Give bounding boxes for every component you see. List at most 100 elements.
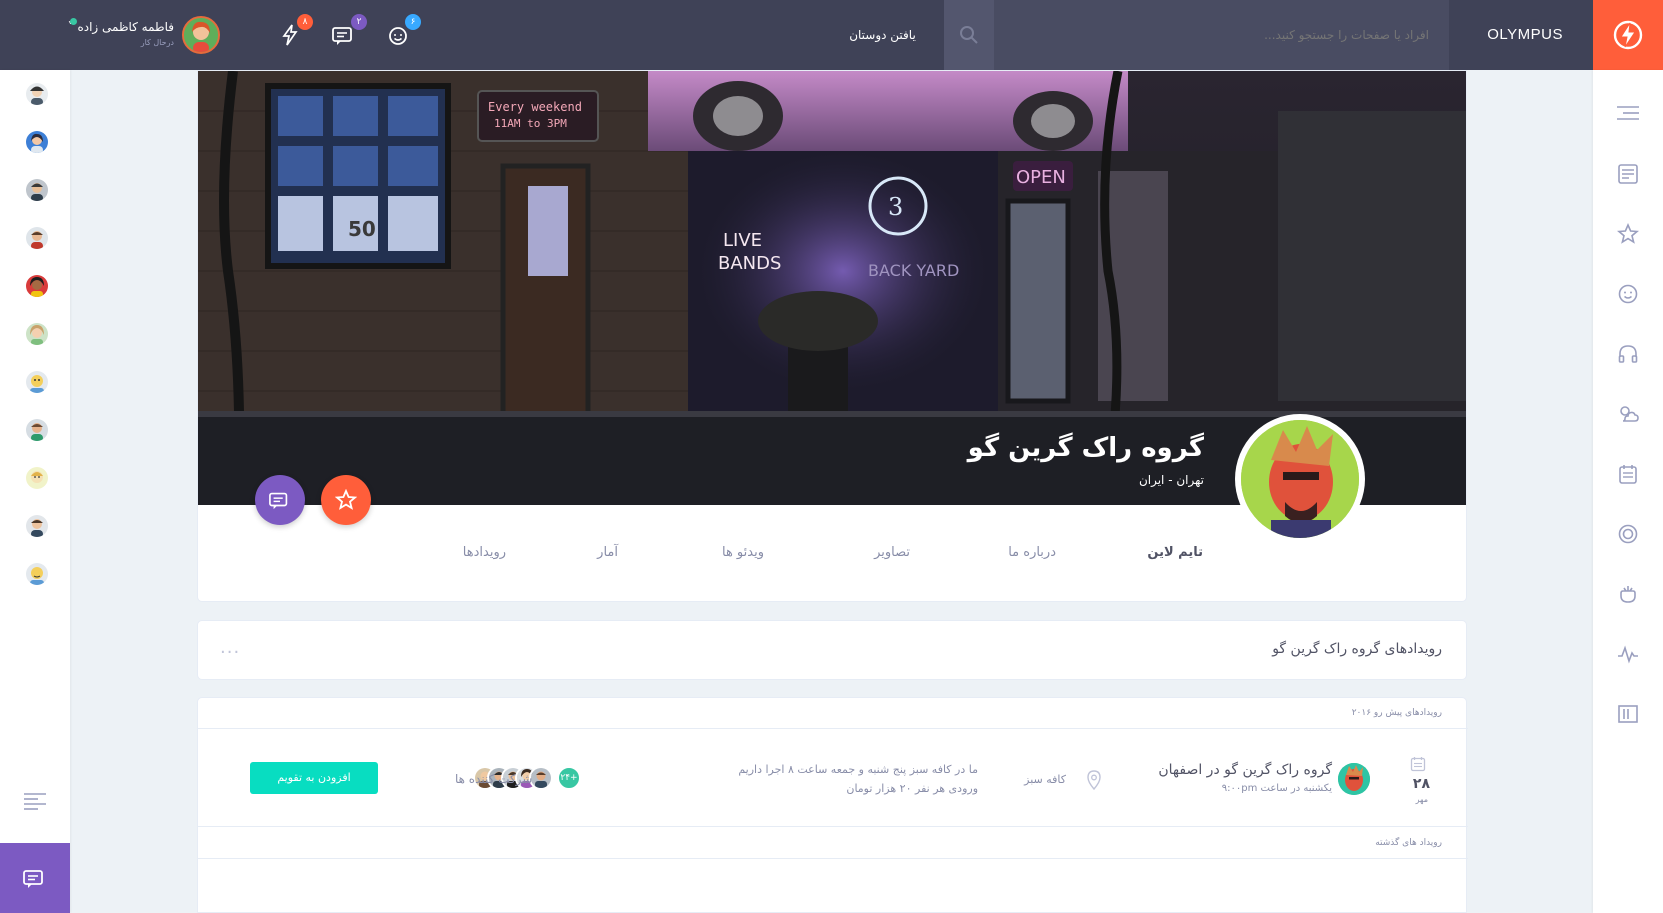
open-chat-button[interactable] [0,843,70,913]
messages-button[interactable]: ۲ [329,14,367,50]
tab-events[interactable]: رویدادها [463,545,506,560]
friend-avatar[interactable] [26,227,48,249]
event-day: ۲۸ [1412,776,1430,792]
friend-requests-badge: ۶ [405,14,421,30]
friend-avatar[interactable] [26,131,48,153]
sidebar-item-calendar[interactable] [1616,462,1640,486]
sidebar-item-accounts[interactable] [1616,702,1640,726]
friend-avatar[interactable] [26,275,48,297]
events-title: رویدادهای گروه راک گرین گو [1272,641,1442,657]
search-icon [960,26,978,44]
tab-videos[interactable]: ویدئو ها [722,545,764,560]
headphones-icon [1618,345,1638,363]
search-input[interactable] [1029,0,1429,70]
sidebar-item-friends[interactable] [1616,282,1640,306]
user-avatar[interactable] [182,16,220,54]
list-icon [1617,106,1639,120]
event-description: ما در کافه سبز پنج شنبه و جمعه ساعت ۸ اج… [738,763,978,795]
stats-icon [1618,645,1638,664]
friend-avatar[interactable] [26,563,48,585]
sidebar-item-stats[interactable] [1616,642,1640,666]
sidebar-item-newsfeed[interactable] [1616,162,1640,186]
sidebar-item-music[interactable] [1616,342,1640,366]
past-events-label: رویداد های گذشته [1375,838,1442,848]
user-status: درحال کار [140,38,174,47]
friend-requests-button[interactable]: ۶ [383,14,421,50]
badge-icon [1618,524,1638,544]
more-options-button[interactable]: ... [220,637,240,658]
group-location: تهران - ایران [1138,473,1204,487]
svg-text:3: 3 [888,193,903,221]
newsfeed-icon [1618,164,1638,184]
columns-icon [1618,705,1638,723]
notifications-button[interactable]: ۸ [275,14,313,50]
star-icon [1617,223,1639,244]
event-thumbnail[interactable] [1338,763,1370,795]
attendee-count-badge: ۲۴+ [557,766,581,790]
tab-stats[interactable]: آمار [597,545,618,560]
manage-widgets-icon [1620,586,1636,603]
events-list-card: رویدادهای پیش رو ۲۰۱۶ ۲۸ مهر گروه راک گر… [197,697,1468,913]
menu-button[interactable] [24,792,46,814]
event-location: کافه سبز [1024,773,1066,786]
search-bar [944,0,1449,70]
left-sidebar [0,70,70,913]
friend-avatar[interactable] [26,467,48,489]
tab-photos[interactable]: تصاویر [874,545,910,560]
list-icon [24,793,46,810]
sidebar-item-favourites[interactable] [1616,222,1640,246]
attendees-label: شرکت کننده ها [455,772,533,786]
lightning-logo-icon [1613,20,1643,50]
friend-avatar[interactable] [26,371,48,393]
group-title: گروه راک گرین گو [967,433,1204,463]
user-avatar-image [184,18,218,52]
svg-text:OPEN: OPEN [1016,167,1066,188]
chat-icon [23,870,43,888]
calendar-icon [1619,465,1637,484]
sidebar-item-badges[interactable] [1616,522,1640,546]
search-button[interactable] [944,0,994,70]
profile-tabs: تایم لاین درباره ما تصاویر ویدئو ها آمار… [198,505,1466,601]
divider [198,858,1468,859]
location-pin-icon [1086,770,1102,794]
svg-text:11AM to 3PM: 11AM to 3PM [494,117,567,130]
sidebar-item-weather[interactable] [1616,402,1640,426]
user-name: فاطمه کاظمی زاده ˅ [67,20,174,34]
attendee-avatar [529,766,553,790]
messages-badge: ۲ [351,14,367,30]
event-month: مهر [1415,795,1428,804]
event-time: یکشنبه در ساعت ۹:۰۰pm [1221,783,1332,794]
online-indicator [70,18,77,25]
friend-avatar[interactable] [26,515,48,537]
upcoming-events-label: رویدادهای پیش رو ۲۰۱۶ [1351,708,1442,718]
svg-text:LIVE: LIVE [723,230,762,251]
right-sidebar [1593,70,1663,913]
tab-about[interactable]: درباره ما [1008,545,1056,560]
svg-text:BACK YARD: BACK YARD [868,261,959,280]
svg-text:Every weekend: Every weekend [488,100,582,114]
logo[interactable] [1593,0,1663,70]
smile-icon [1618,284,1638,304]
divider [198,826,1468,827]
top-header: OLYMPUS یافتن دوستان ۶ ۲ ۸ [0,0,1663,70]
svg-text:50: 50 [348,217,376,241]
find-friends-link[interactable]: یافتن دوستان [830,0,935,70]
events-header-card: رویدادهای گروه راک گرین گو ... [197,620,1467,680]
sidebar-item-events[interactable] [1616,582,1640,606]
add-to-calendar-button[interactable]: افزودن به تقویم [250,762,378,794]
notifications-badge: ۸ [297,14,313,30]
menu-toggle[interactable] [1616,102,1640,126]
friend-avatar[interactable] [26,179,48,201]
friend-avatar[interactable] [26,323,48,345]
group-header-card: 50 Every weekend 11AM to 3PM LIVE BANDS … [197,70,1467,602]
event-title[interactable]: گروه راک گرین گو در اصفهان [1158,762,1332,778]
weather-icon [1620,406,1639,422]
friend-avatar[interactable] [26,419,48,441]
svg-text:BANDS: BANDS [718,253,781,274]
friend-avatar[interactable] [26,83,48,105]
calendar-icon [1410,756,1426,776]
user-menu[interactable]: فاطمه کاظمی زاده ˅ درحال کار [67,16,220,54]
brand-name[interactable]: OLYMPUS [1487,0,1563,70]
tab-timeline[interactable]: تایم لاین [1147,545,1203,560]
divider [198,728,1468,729]
